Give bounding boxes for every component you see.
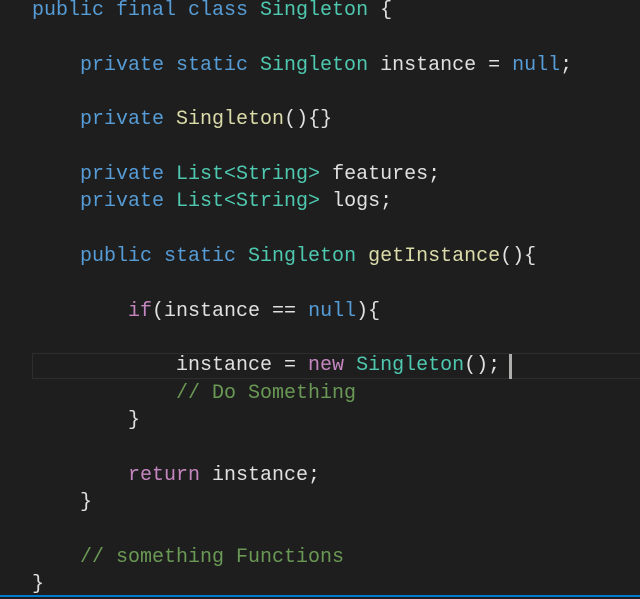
code-token-keyword: private	[32, 163, 177, 187]
code-line[interactable]: }	[32, 407, 572, 434]
code-token-plain: ;	[560, 53, 573, 77]
code-token-keyword: private static	[32, 53, 261, 77]
code-token-keyword: null	[512, 53, 561, 77]
code-token-keyword: private	[32, 190, 177, 214]
code-token-plain: }	[32, 491, 93, 515]
code-line[interactable]	[32, 79, 572, 106]
code-token-plain: instance =	[368, 53, 513, 77]
code-line[interactable]	[32, 24, 572, 51]
code-token-plain: (){	[500, 245, 537, 269]
code-line[interactable]	[32, 435, 572, 462]
code-token-type: Singleton	[248, 245, 357, 269]
code-line[interactable]: private List<String> logs;	[32, 188, 572, 215]
code-line[interactable]: public static Singleton getInstance(){	[32, 243, 572, 270]
code-line[interactable]: public final class Singleton {	[32, 0, 572, 24]
code-token-plain: ){	[356, 299, 381, 323]
code-token-type: Singleton	[260, 53, 369, 77]
code-token-plain: instance =	[32, 354, 309, 378]
code-token-keyword: public static	[32, 245, 249, 269]
code-token-type: List<String>	[176, 163, 321, 187]
code-line[interactable]: // Do Something	[32, 380, 572, 407]
code-token-type: Singleton	[356, 354, 465, 378]
code-line[interactable]: if(instance == null){	[32, 298, 572, 325]
code-token-plain: logs;	[320, 190, 393, 214]
code-line[interactable]	[32, 270, 572, 297]
code-line[interactable]	[32, 517, 572, 544]
code-token-keyword: null	[308, 299, 357, 323]
code-token-type: Singleton	[260, 0, 369, 22]
code-token-control: return	[32, 463, 201, 487]
text-cursor	[509, 354, 512, 379]
code-token-keyword: public final class	[32, 0, 261, 22]
code-token-plain: instance;	[200, 463, 321, 487]
code-token-plain: }	[32, 409, 141, 433]
code-token-plain: (){}	[284, 108, 333, 132]
code-token-control: new	[308, 354, 345, 378]
code-line[interactable]: private Singleton(){}	[32, 106, 572, 133]
code-token-plain: }	[32, 573, 45, 597]
code-token-type: List<String>	[176, 190, 321, 214]
code-line[interactable]	[32, 216, 572, 243]
code-token-plain: {	[368, 0, 393, 22]
code-token-comment: // something Functions	[32, 545, 345, 569]
code-line[interactable]: }	[32, 489, 572, 516]
code-token-keyword: private	[32, 108, 177, 132]
code-line[interactable]: instance = new Singleton();	[32, 352, 572, 379]
code-token-func: Singleton	[176, 108, 285, 132]
code-line[interactable]: private static Singleton instance = null…	[32, 52, 572, 79]
code-editor[interactable]: public final class Singleton { private s…	[32, 0, 572, 599]
code-line[interactable]	[32, 325, 572, 352]
code-token-plain: (instance ==	[152, 299, 309, 323]
code-token-control: if	[32, 299, 153, 323]
code-token-plain: features;	[320, 163, 441, 187]
code-line[interactable]: private List<String> features;	[32, 161, 572, 188]
code-line[interactable]	[32, 134, 572, 161]
code-token-plain: ();	[464, 354, 501, 378]
code-line[interactable]: // something Functions	[32, 544, 572, 571]
code-token-func: getInstance	[368, 245, 501, 269]
code-token-comment: // Do Something	[32, 381, 357, 405]
code-line[interactable]: return instance;	[32, 462, 572, 489]
